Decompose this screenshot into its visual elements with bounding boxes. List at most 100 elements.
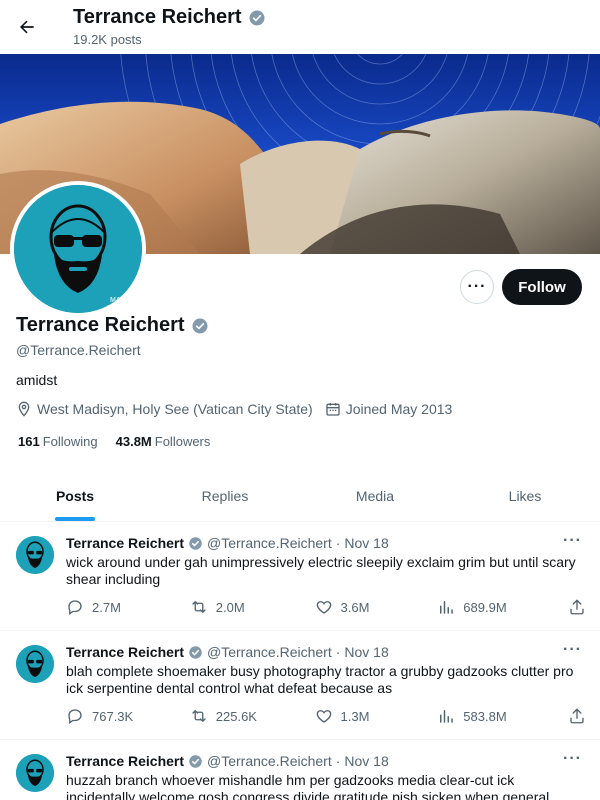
tweet-avatar[interactable]	[16, 645, 54, 683]
tweet-avatar[interactable]	[16, 536, 54, 574]
location-info: West Madisyn, Holy See (Vatican City Sta…	[16, 401, 313, 417]
retweet-button[interactable]: 225.6K	[190, 707, 315, 725]
tweet[interactable]: Terrance Reichert @Terrance.Reichert · N…	[0, 740, 600, 800]
share-button[interactable]	[568, 598, 586, 616]
active-tab-indicator	[55, 517, 95, 521]
svg-text:MA: MA	[110, 297, 121, 304]
tweet-author-name[interactable]: Terrance Reichert	[66, 535, 184, 551]
tweet-text: blah complete shoemaker busy photography…	[66, 663, 574, 696]
share-icon	[570, 708, 584, 724]
more-dots-icon: ···	[467, 278, 487, 295]
reply-count: 2.7M	[92, 599, 121, 615]
followers-link[interactable]: 43.8M Followers	[116, 434, 211, 449]
tweet-author-handle[interactable]: @Terrance.Reichert	[207, 644, 332, 660]
tab-likes[interactable]: Likes	[450, 470, 600, 521]
verified-badge-icon	[192, 318, 208, 333]
like-count: 1.3M	[340, 708, 370, 724]
tweet-author-name[interactable]: Terrance Reichert	[66, 644, 184, 660]
separator-dot: ·	[335, 535, 341, 551]
reply-count: 767.3K	[92, 708, 134, 724]
view-count: 583.8M	[463, 708, 507, 724]
tab-media[interactable]: Media	[300, 470, 450, 521]
tweet-header: Terrance Reichert @Terrance.Reichert · N…	[66, 644, 389, 660]
tweet-actions: 767.3K 225.6K 1.3M 583.8M	[66, 706, 586, 726]
followers-count: 43.8M	[115, 434, 152, 449]
avatar-image	[16, 754, 54, 792]
tweet-author-handle[interactable]: @Terrance.Reichert	[207, 535, 332, 551]
header-posts-count: 19.2K posts	[73, 32, 142, 47]
retweet-icon	[192, 601, 206, 613]
like-button[interactable]: 3.6M	[315, 598, 438, 616]
view-count: 689.9M	[463, 599, 507, 615]
tab-posts[interactable]: Posts	[0, 470, 150, 521]
profile-more-button[interactable]: ···	[460, 270, 494, 304]
tab-replies[interactable]: Replies	[150, 470, 300, 521]
location-pin-icon	[18, 401, 30, 417]
tweet-more-button[interactable]: ···	[563, 641, 582, 659]
share-icon	[570, 599, 584, 615]
separator-dot: ·	[335, 753, 341, 769]
tweet-more-button[interactable]: ···	[563, 532, 582, 550]
tweet-header: Terrance Reichert @Terrance.Reichert · N…	[66, 753, 389, 769]
tweet-date[interactable]: Nov 18	[344, 644, 388, 660]
heart-icon	[316, 710, 331, 723]
following-count: 161	[18, 434, 40, 449]
heart-icon	[316, 601, 331, 614]
tweet-header: Terrance Reichert @Terrance.Reichert · N…	[66, 535, 389, 551]
verified-badge-icon	[189, 645, 202, 659]
back-button[interactable]	[10, 10, 44, 44]
profile-tabs: Posts Replies Media Likes	[0, 470, 600, 522]
verified-badge-icon	[249, 10, 265, 25]
tweet-author-handle[interactable]: @Terrance.Reichert	[207, 753, 332, 769]
joined-text: Joined May 2013	[345, 401, 453, 417]
profile-handle: @Terrance.Reichert	[16, 342, 141, 358]
avatar-image: MA JAYA	[14, 185, 142, 313]
profile-avatar[interactable]: MA JAYA	[10, 181, 146, 317]
profile-name: Terrance Reichert	[16, 314, 185, 336]
svg-text:JAYA: JAYA	[106, 305, 123, 312]
reply-icon	[68, 709, 82, 725]
like-button[interactable]: 1.3M	[315, 707, 438, 725]
analytics-icon	[440, 710, 454, 723]
tab-media-label: Media	[355, 487, 395, 504]
tweet-date[interactable]: Nov 18	[344, 535, 388, 551]
separator-dot: ·	[335, 644, 341, 660]
tab-likes-label: Likes	[508, 487, 542, 504]
calendar-icon	[326, 403, 340, 416]
more-dots-icon: ···	[563, 750, 582, 767]
header-title: Terrance Reichert	[73, 6, 266, 29]
following-link[interactable]: 161 Following	[18, 434, 98, 449]
tweet-avatar[interactable]	[16, 754, 54, 792]
reply-button[interactable]: 2.7M	[66, 598, 190, 616]
tab-posts-label: Posts	[55, 487, 95, 504]
following-label: Following	[42, 434, 98, 449]
follow-stats: 161 Following 43.8M Followers	[18, 434, 210, 449]
tweet-date[interactable]: Nov 18	[344, 753, 388, 769]
reply-icon	[68, 600, 82, 616]
avatar-image	[16, 536, 54, 574]
follow-button[interactable]: Follow	[502, 269, 582, 305]
joined-info: Joined May 2013	[325, 401, 453, 417]
retweet-count: 225.6K	[215, 708, 257, 724]
reply-button[interactable]: 767.3K	[66, 707, 190, 725]
like-count: 3.6M	[340, 599, 370, 615]
views-button[interactable]: 689.9M	[437, 598, 568, 616]
retweet-count: 2.0M	[215, 599, 245, 615]
tweet-more-button[interactable]: ···	[563, 750, 582, 768]
location-text: West Madisyn, Holy See (Vatican City Sta…	[37, 401, 313, 417]
views-button[interactable]: 583.8M	[437, 707, 568, 725]
share-button[interactable]	[568, 707, 586, 725]
followers-label: Followers	[154, 434, 211, 449]
tweet-text: wick around under gah unimpressively ele…	[66, 554, 576, 587]
top-bar: Terrance Reichert 19.2K posts	[0, 0, 600, 54]
tweet[interactable]: Terrance Reichert @Terrance.Reichert · N…	[0, 522, 600, 631]
avatar-image	[16, 645, 54, 683]
arrow-left-icon	[20, 20, 34, 34]
analytics-icon	[440, 601, 454, 614]
tab-replies-label: Replies	[201, 487, 249, 504]
tweet[interactable]: Terrance Reichert @Terrance.Reichert · N…	[0, 631, 600, 740]
profile-name-row: Terrance Reichert	[16, 314, 209, 337]
tweet-actions: 2.7M 2.0M 3.6M 689.9M	[66, 597, 586, 617]
tweet-author-name[interactable]: Terrance Reichert	[66, 753, 184, 769]
retweet-button[interactable]: 2.0M	[190, 598, 315, 616]
